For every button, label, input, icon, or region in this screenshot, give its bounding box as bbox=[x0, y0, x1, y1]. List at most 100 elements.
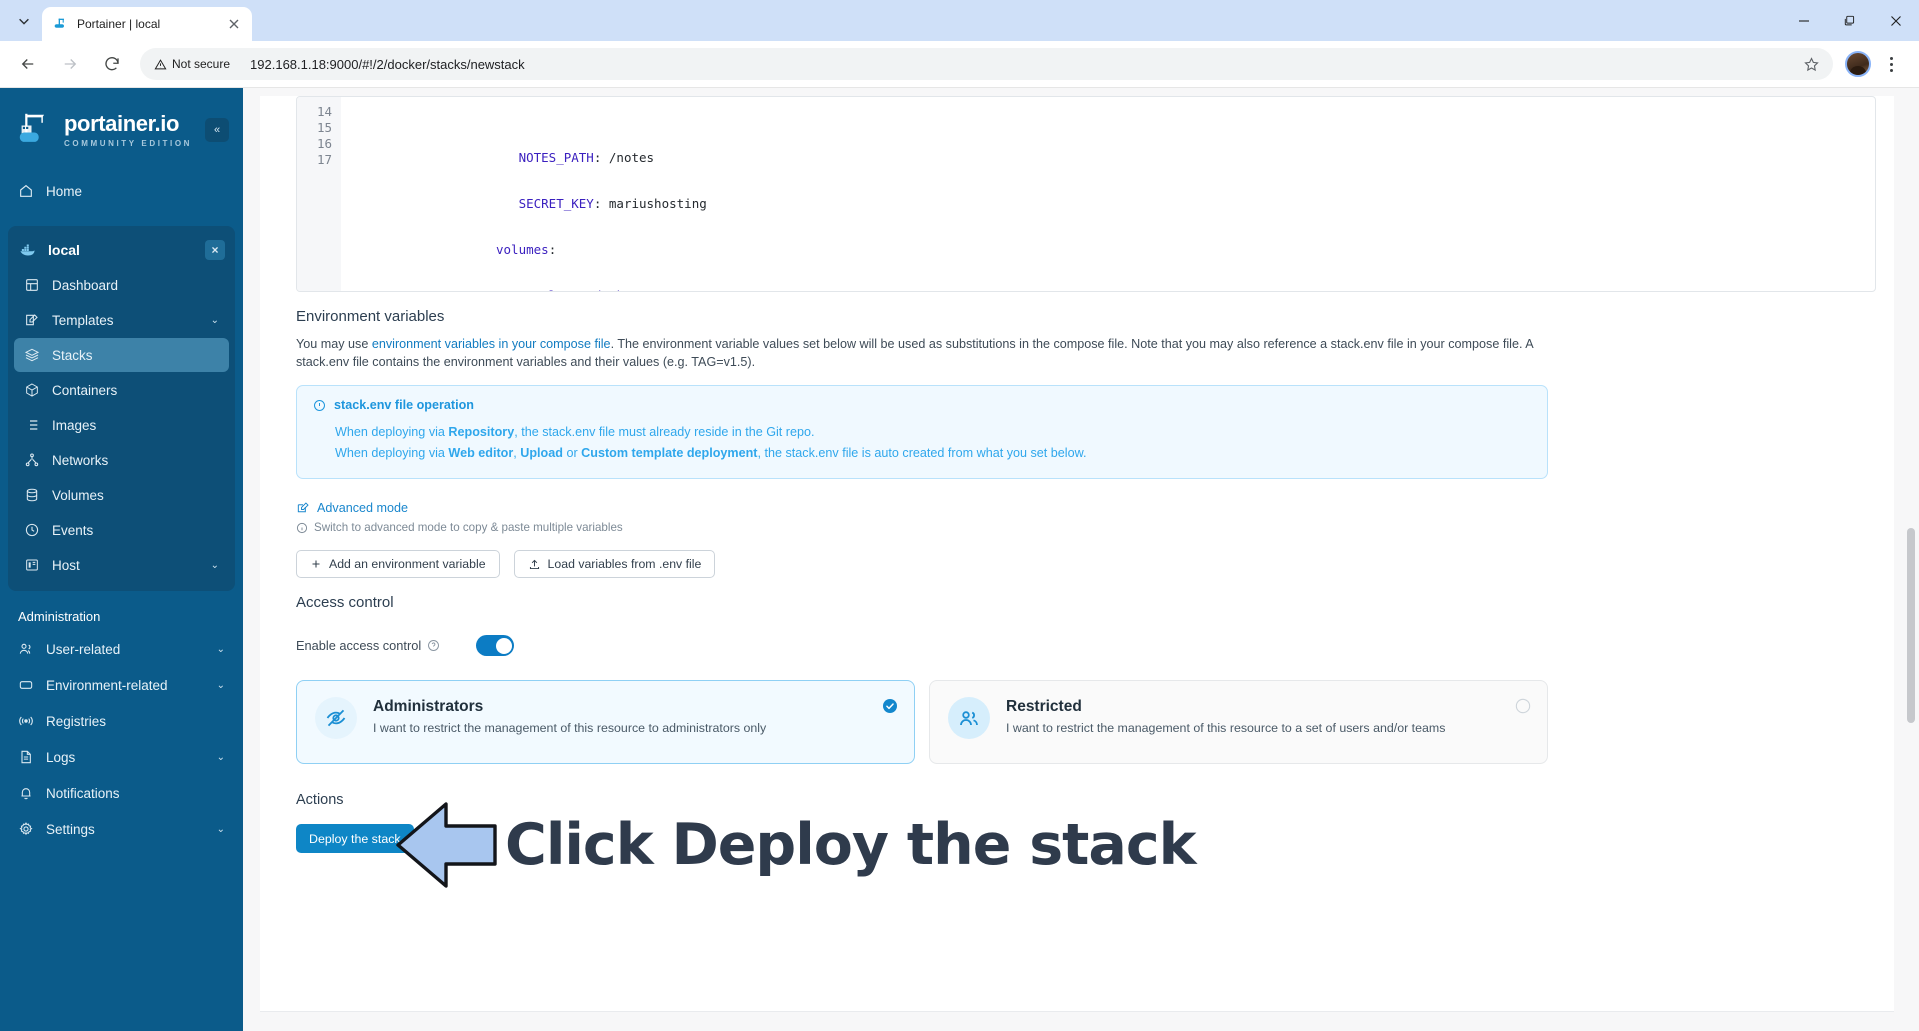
code-key: SECRET_KEY bbox=[518, 196, 594, 211]
chevron-down-icon: ⌄ bbox=[216, 823, 225, 835]
reload-icon[interactable] bbox=[96, 48, 128, 80]
scrollbar-thumb[interactable] bbox=[1907, 528, 1915, 723]
sidebar-item-templates[interactable]: Templates ⌄ bbox=[14, 303, 229, 337]
sidebar-home-section: Home bbox=[0, 160, 243, 214]
dashboard-icon bbox=[26, 279, 38, 291]
sidebar-item-label: Environment-related bbox=[46, 677, 168, 693]
users-group-icon bbox=[960, 711, 978, 726]
code-text[interactable]: NOTES_PATH: /notes SECRET_KEY: mariushos… bbox=[341, 97, 1875, 291]
advanced-mode-hint: Switch to advanced mode to copy & paste … bbox=[296, 521, 1894, 534]
line-number: 15 bbox=[316, 120, 332, 135]
sidebar-item-networks[interactable]: Networks bbox=[14, 443, 229, 477]
access-option-restricted[interactable]: Restricted I want to restrict the manage… bbox=[929, 680, 1548, 764]
infobox-line-bold: Upload bbox=[520, 446, 563, 460]
sidebar-item-label: Settings bbox=[46, 821, 95, 837]
sidebar-item-user-related[interactable]: User-related ⌄ bbox=[8, 632, 235, 666]
sidebar-item-logs[interactable]: Logs ⌄ bbox=[8, 740, 235, 774]
add-environment-variable-button[interactable]: Add an environment variable bbox=[296, 550, 500, 578]
sidebar-item-volumes[interactable]: Volumes bbox=[14, 478, 229, 512]
window-controls bbox=[1781, 0, 1919, 41]
check-circle-filled-icon[interactable] bbox=[882, 698, 898, 714]
main-scrollbar[interactable] bbox=[1905, 88, 1917, 1031]
window-close-button[interactable] bbox=[1873, 0, 1919, 41]
sidebar-collapse-button[interactable]: « bbox=[205, 118, 229, 142]
sidebar-item-dashboard[interactable]: Dashboard bbox=[14, 268, 229, 302]
sidebar-item-registries[interactable]: Registries bbox=[8, 704, 235, 738]
access-option-administrators[interactable]: Administrators I want to restrict the ma… bbox=[296, 680, 915, 764]
compose-editor[interactable]: 14 15 16 17 NOTES_PATH: /notes SECRET_KE… bbox=[296, 96, 1876, 292]
networks-icon bbox=[25, 453, 39, 467]
sidebar-environment-header[interactable]: local × bbox=[8, 232, 235, 268]
browser-tab[interactable]: Portainer | local bbox=[42, 7, 252, 41]
security-label: Not secure bbox=[172, 57, 231, 71]
browser-toolbar: Not secure 192.168.1.18:9000/#!/2/docker… bbox=[0, 41, 1919, 88]
sidebar-item-label: Networks bbox=[52, 452, 109, 468]
sidebar-item-stacks[interactable]: Stacks bbox=[14, 338, 229, 372]
address-bar[interactable]: Not secure 192.168.1.18:9000/#!/2/docker… bbox=[140, 48, 1833, 80]
sidebar-environment-group: local × Dashboard Templates ⌄ Stacks Con… bbox=[8, 226, 235, 591]
annotation-overlay: Click Deploy the stack bbox=[394, 796, 1197, 894]
sidebar-environment-close-icon[interactable]: × bbox=[205, 240, 225, 260]
infobox-line-part: , the stack.env file must already reside… bbox=[514, 425, 815, 439]
env-variables-doc-link[interactable]: environment variables in your compose fi… bbox=[372, 337, 611, 351]
forward-arrow-icon[interactable] bbox=[54, 48, 86, 80]
access-option-title: Restricted bbox=[1006, 698, 1082, 715]
sidebar-administration-title: Administration bbox=[18, 609, 101, 624]
sidebar-item-home[interactable]: Home bbox=[8, 174, 235, 208]
advanced-mode-link[interactable]: Advanced mode bbox=[317, 501, 408, 515]
annotation-text: Click Deploy the stack bbox=[505, 812, 1197, 878]
chevron-down-icon: ⌄ bbox=[210, 559, 219, 571]
code-area: 14 15 16 17 NOTES_PATH: /notes SECRET_KE… bbox=[297, 97, 1875, 291]
sidebar-item-host[interactable]: Host ⌄ bbox=[14, 548, 229, 582]
security-status[interactable]: Not secure bbox=[154, 57, 230, 71]
back-arrow-icon[interactable] bbox=[12, 48, 44, 80]
profile-avatar[interactable] bbox=[1845, 51, 1871, 77]
sidebar-item-label: Logs bbox=[46, 749, 76, 765]
code-indent: - bbox=[473, 288, 526, 291]
info-circle-icon bbox=[296, 522, 308, 533]
circle-outline-icon[interactable] bbox=[1515, 698, 1531, 714]
env-variables-title: Environment variables bbox=[296, 308, 445, 325]
advanced-mode-hint-text: Switch to advanced mode to copy & paste … bbox=[314, 521, 623, 534]
sidebar-item-environment-related[interactable]: Environment-related ⌄ bbox=[8, 668, 235, 702]
bookmark-star-icon[interactable] bbox=[1797, 50, 1825, 78]
access-control-options: Administrators I want to restrict the ma… bbox=[296, 680, 1548, 764]
window-maximize-button[interactable] bbox=[1827, 0, 1873, 41]
sidebar-item-images[interactable]: Images bbox=[14, 408, 229, 442]
load-variables-from-env-file-button[interactable]: Load variables from .env file bbox=[513, 550, 716, 578]
brand-name: portainer.io bbox=[64, 110, 179, 136]
infobox-line-bold: Custom template deployment bbox=[581, 446, 758, 460]
access-control-toggle-row: Enable access control bbox=[296, 635, 1894, 656]
containers-icon bbox=[26, 383, 38, 397]
infobox-title-text: stack.env file operation bbox=[334, 398, 474, 412]
volumes-icon bbox=[26, 488, 38, 502]
sidebar-item-containers[interactable]: Containers bbox=[14, 373, 229, 407]
env-variables-description: You may use environment variables in you… bbox=[296, 335, 1546, 371]
stack-form-panel: 14 15 16 17 NOTES_PATH: /notes SECRET_KE… bbox=[260, 96, 1894, 1031]
three-dot-menu-icon[interactable] bbox=[1877, 48, 1905, 80]
infobox-line-part: or bbox=[562, 446, 582, 460]
sidebar-item-events[interactable]: Events bbox=[14, 513, 229, 547]
brand-header: portainer.io COMMUNITY EDITION « bbox=[0, 88, 243, 160]
sidebar-item-notifications[interactable]: Notifications bbox=[8, 776, 235, 810]
tab-search-icon[interactable] bbox=[10, 7, 38, 35]
sidebar-item-label: Containers bbox=[52, 382, 118, 398]
host-icon bbox=[26, 559, 38, 571]
sidebar-item-settings[interactable]: Settings ⌄ bbox=[8, 812, 235, 846]
tab-title: Portainer | local bbox=[77, 17, 161, 31]
docker-icon bbox=[19, 244, 35, 256]
portainer-logo-icon bbox=[19, 113, 45, 142]
button-label: Load variables from .env file bbox=[547, 557, 702, 571]
window-minimize-button[interactable] bbox=[1781, 0, 1827, 41]
brand-subtitle: COMMUNITY EDITION bbox=[64, 138, 193, 148]
tab-close-icon[interactable] bbox=[226, 16, 242, 32]
question-circle-icon[interactable] bbox=[427, 639, 440, 652]
access-control-title: Access control bbox=[296, 594, 394, 611]
enable-access-control-toggle[interactable] bbox=[476, 635, 514, 656]
sidebar-item-label: Registries bbox=[46, 713, 107, 729]
code-value: mariushosting bbox=[608, 196, 707, 211]
advanced-mode-row[interactable]: Advanced mode bbox=[296, 501, 1894, 515]
upload-icon bbox=[529, 559, 539, 569]
registries-icon bbox=[19, 716, 33, 726]
env-variable-buttons: Add an environment variable Load variabl… bbox=[296, 550, 1894, 578]
